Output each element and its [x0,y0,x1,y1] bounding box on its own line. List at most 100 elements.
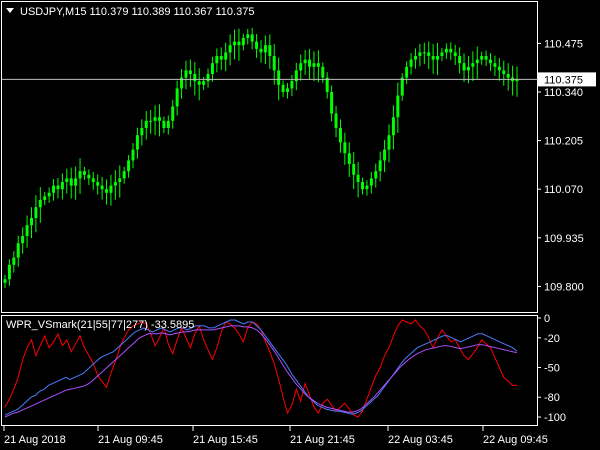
candle-body [312,63,316,67]
candle-body [422,52,426,54]
candle-body [38,200,42,208]
x-tick-label: 21 Aug 2018 [4,434,66,446]
candle-body [135,135,139,150]
indicator-pane-title: WPR_VSmark(21|55|77|277) -33.5895 [6,319,194,331]
y-tick-label: 110.070 [544,184,583,196]
candle-body [352,164,356,175]
candle-body [365,185,369,190]
candle-body [484,56,488,60]
candle-body [210,63,214,74]
candle-body [175,88,179,107]
candle-body [250,34,254,42]
indicator-y-tick-label: -80 [544,392,560,404]
candle-body [466,66,470,71]
x-tick-label: 22 Aug 09:45 [483,434,548,446]
candle-body [140,128,144,136]
candle-body [255,41,259,49]
candle-body [290,81,294,89]
candle-body [405,66,409,78]
candle-body [52,185,56,193]
candle-body [21,236,25,244]
candle-body [374,171,378,179]
candle-body [400,77,404,96]
candle-body [82,171,86,175]
candle-body [475,59,479,64]
candle-body [272,56,276,71]
candle-body [449,48,453,53]
candle-body [299,63,303,71]
candle-body [113,182,117,186]
candle-body [506,74,510,78]
candle-body [409,59,413,67]
candle-body [16,243,20,258]
candle-body [47,192,51,197]
y-tick-label: 109.800 [544,281,584,293]
candle-body [277,70,281,85]
candle-body [100,185,104,190]
candle-body [162,120,166,128]
candle-body [96,182,100,186]
candle-body [347,153,351,164]
candle-body [308,59,312,67]
indicator-y-tick-label: -20 [544,333,560,345]
candle-body [149,120,153,122]
indicator-pane[interactable] [1,315,538,426]
x-tick-label: 22 Aug 03:45 [388,434,453,446]
candle-body [219,56,223,60]
candle-body [453,52,457,56]
candle-body [171,106,175,121]
candle-body [383,149,387,161]
candle-body [65,178,69,182]
candle-body [480,56,484,60]
candle-body [60,182,64,190]
candle-body [356,174,360,182]
indicator-y-tick-label: 0 [544,313,550,325]
candle-body [338,128,342,143]
indicator-y-tick-label: -50 [544,363,560,375]
candle-body [268,45,272,56]
candle-body [202,81,206,85]
candle-body [74,178,78,186]
candle-body [69,178,73,186]
candle-body [184,70,188,78]
candle-body [224,52,228,60]
x-tick-label: 21 Aug 09:45 [98,434,163,446]
main-pane-title: USDJPY,M15 110.379 110.389 110.367 110.3… [20,6,254,18]
trading-chart[interactable]: 110.475 110.340 110.205 110.070 109.935 109.8… [0,0,600,450]
candle-body [489,59,493,64]
candle-body [91,178,95,182]
candle-body [237,41,241,46]
candle-body [131,149,135,161]
candle-body [259,48,263,53]
candle-body [330,92,334,114]
candle-body [105,189,109,193]
candle-body [246,34,250,38]
candle-body [303,59,307,64]
candle-body [369,178,373,186]
candle-body [78,171,82,179]
candle-body [263,45,267,53]
candle-body [122,171,126,179]
candle-body [387,135,391,150]
candle-body [241,38,245,46]
candle-body [3,279,7,283]
candle-body [281,84,285,92]
y-tick-label: 109.935 [544,233,584,245]
candle-body [431,56,435,60]
candle-body [493,63,497,67]
candle-body [334,113,338,128]
candle-body [7,264,11,280]
candle-body [127,160,131,172]
candle-body [361,182,365,190]
candle-body [471,63,475,67]
candle-body [153,117,157,121]
candle-body [396,95,400,118]
candle-body [497,66,501,71]
candle-body [316,63,320,67]
x-tick-label: 21 Aug 21:45 [290,434,355,446]
candle-body [413,56,417,60]
candle-body [87,174,91,179]
candle-body [321,66,325,78]
candle-body [462,63,466,71]
candle-body [29,218,33,226]
